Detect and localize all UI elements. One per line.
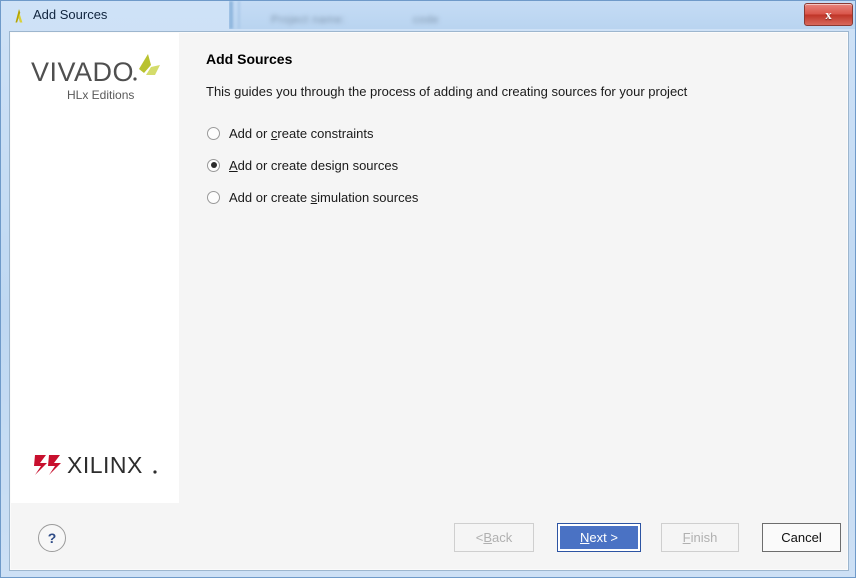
radio-option-simulation-sources[interactable]: Add or create simulation sources — [207, 187, 418, 207]
help-button[interactable]: ? — [38, 524, 66, 552]
radio-label-post: dd or create design sources — [238, 158, 398, 173]
radio-label-pre: Add or create — [229, 190, 311, 205]
finish-button-post: inish — [691, 530, 718, 545]
close-icon: x — [825, 8, 832, 21]
svg-text:VIVADO: VIVADO — [31, 57, 134, 87]
back-button[interactable]: < Back — [454, 523, 534, 552]
next-button[interactable]: Next > — [557, 523, 641, 552]
radio-indicator[interactable] — [207, 127, 220, 140]
radio-label: Add or create constraints — [229, 126, 374, 141]
question-mark-icon: ? — [48, 531, 57, 545]
title-bar[interactable]: Add Sources x — [1, 1, 856, 30]
next-button-mnemonic: N — [580, 530, 589, 545]
main-pane: Add Sources This guides you through the … — [179, 33, 847, 503]
dialog-content: VIVADO HLx Editions XILINX — [11, 33, 847, 503]
xilinx-logo: XILINX — [33, 451, 161, 485]
next-button-post: ext > — [589, 530, 618, 545]
vivado-logo: VIVADO HLx Editions — [27, 51, 167, 107]
vivado-icon — [11, 7, 28, 24]
branding-panel: VIVADO HLx Editions XILINX — [11, 33, 179, 503]
page-description: This guides you through the process of a… — [206, 84, 687, 99]
radio-option-constraints[interactable]: Add or create constraints — [207, 123, 418, 143]
radio-label-pre: Add or — [229, 126, 271, 141]
page-title: Add Sources — [206, 51, 292, 67]
back-button-post: ack — [492, 530, 512, 545]
window-title: Add Sources — [33, 7, 107, 22]
radio-indicator[interactable] — [207, 191, 220, 204]
radio-label: Add or create simulation sources — [229, 190, 418, 205]
cancel-button-post: Cancel — [781, 530, 821, 545]
radio-option-design-sources[interactable]: Add or create design sources — [207, 155, 418, 175]
application-window: Project name: code Add Sources x VIVADO — [0, 0, 856, 578]
add-sources-dialog: VIVADO HLx Editions XILINX — [9, 31, 849, 571]
radio-indicator[interactable] — [207, 159, 220, 172]
dialog-footer: ? < Back Next > Finish Cancel — [11, 503, 847, 569]
back-button-pre: < — [476, 530, 484, 545]
cancel-button[interactable]: Cancel — [762, 523, 841, 552]
svg-text:XILINX: XILINX — [67, 452, 143, 478]
radio-label-post: imulation sources — [317, 190, 418, 205]
back-button-mnemonic: B — [483, 530, 492, 545]
finish-button-mnemonic: F — [683, 530, 691, 545]
close-button[interactable]: x — [804, 3, 853, 26]
radio-label: Add or create design sources — [229, 158, 398, 173]
radio-label-post: reate constraints — [277, 126, 373, 141]
finish-button[interactable]: Finish — [661, 523, 739, 552]
radio-label-mnemonic: A — [229, 158, 238, 173]
source-type-radio-group: Add or create constraints Add or create … — [207, 123, 418, 219]
svg-text:HLx Editions: HLx Editions — [67, 88, 134, 102]
